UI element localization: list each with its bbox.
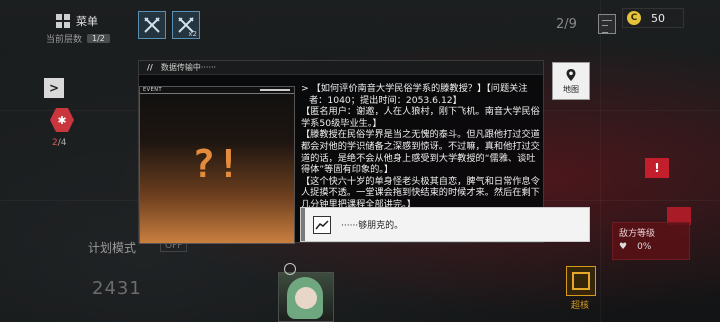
story-paragraph: > 【如何评价南音大学民俗学系的滕教授？】【问题关注者：1040；提出时间：20… xyxy=(301,83,528,106)
skill-slot-1[interactable] xyxy=(138,11,166,39)
slash-icon: // xyxy=(147,63,153,72)
event-dialog: // 数据传输中······ EVENT ?! > 【如何评价南音大学民俗学系的… xyxy=(138,60,589,244)
crossed-swords-icon xyxy=(144,17,160,33)
page-counter: 2/9 xyxy=(556,17,577,32)
map-pin-icon xyxy=(566,68,576,81)
calendar-icon[interactable] xyxy=(598,14,616,34)
menu-button[interactable]: 菜单 xyxy=(52,10,134,32)
skill-slot-2[interactable]: x2 xyxy=(172,11,200,39)
threat-level-panel: 敌方等级 ♥ 0% xyxy=(612,222,690,260)
trend-chart-icon xyxy=(313,215,331,234)
character-portrait[interactable] xyxy=(278,272,334,322)
dialog-title: 数据传输中······ xyxy=(160,63,217,72)
enemy-marker-icon: ! xyxy=(645,158,669,178)
core-chip-icon[interactable] xyxy=(566,266,596,296)
plan-mode-label: 计划模式 xyxy=(88,241,137,255)
threat-heart-icon: ♥ xyxy=(619,242,628,252)
threat-level-label: 敌方等级 xyxy=(619,229,656,239)
expand-panel-button[interactable]: > xyxy=(44,78,64,98)
core-chip-label: 超核 xyxy=(571,301,590,311)
story-paragraph: 【滕教授在民俗学界是当之无愧的泰斗。但凡跟他打过交道都会对他的学识储备之深感到惊… xyxy=(301,129,540,176)
story-paragraph: 【匿名用户：谢邀，人在人狼村，刚下飞机。南音大学民俗学系50级毕业生。】 xyxy=(301,106,540,129)
floor-value: 1/2 xyxy=(87,34,110,43)
floor-indicator: 当前层数 1/2 xyxy=(46,32,110,45)
coin-icon: C xyxy=(627,11,641,25)
floor-label: 当前层数 xyxy=(46,35,83,45)
threat-percent: 0% xyxy=(637,242,652,252)
status-effect-count: 2/4 xyxy=(52,138,67,148)
dialog-header: // 数据传输中······ xyxy=(139,61,543,75)
status-total-count: /4 xyxy=(57,138,67,148)
map-button-label: 地图 xyxy=(563,84,579,94)
skill-slot-multiplier: x2 xyxy=(188,30,197,38)
event-tag: EVENT xyxy=(140,87,294,94)
target-icon xyxy=(284,263,296,275)
score-value: 2431 xyxy=(92,278,142,299)
choice-text: ······够朋克的。 xyxy=(341,221,404,231)
event-glyph: ?! xyxy=(192,142,242,186)
coin-amount: 50 xyxy=(651,11,665,25)
choice-option[interactable]: ······够朋克的。 xyxy=(301,208,589,241)
map-button[interactable]: 地图 xyxy=(552,62,590,100)
menu-label: 菜单 xyxy=(76,15,98,28)
currency-display: C 50 xyxy=(622,8,684,28)
story-paragraph: 【这个快六十岁的单身怪老头极其自恋，脾气和日常作息令人捉摸不透。一堂课会拖到快结… xyxy=(301,175,540,208)
chevron-right-icon: > xyxy=(48,81,60,95)
grid-menu-icon xyxy=(56,14,70,28)
event-illustration: EVENT ?! xyxy=(139,86,295,244)
story-text: > 【如何评价南音大学民俗学系的滕教授？】【问题关注者：1040；提出时间：20… xyxy=(301,83,541,208)
